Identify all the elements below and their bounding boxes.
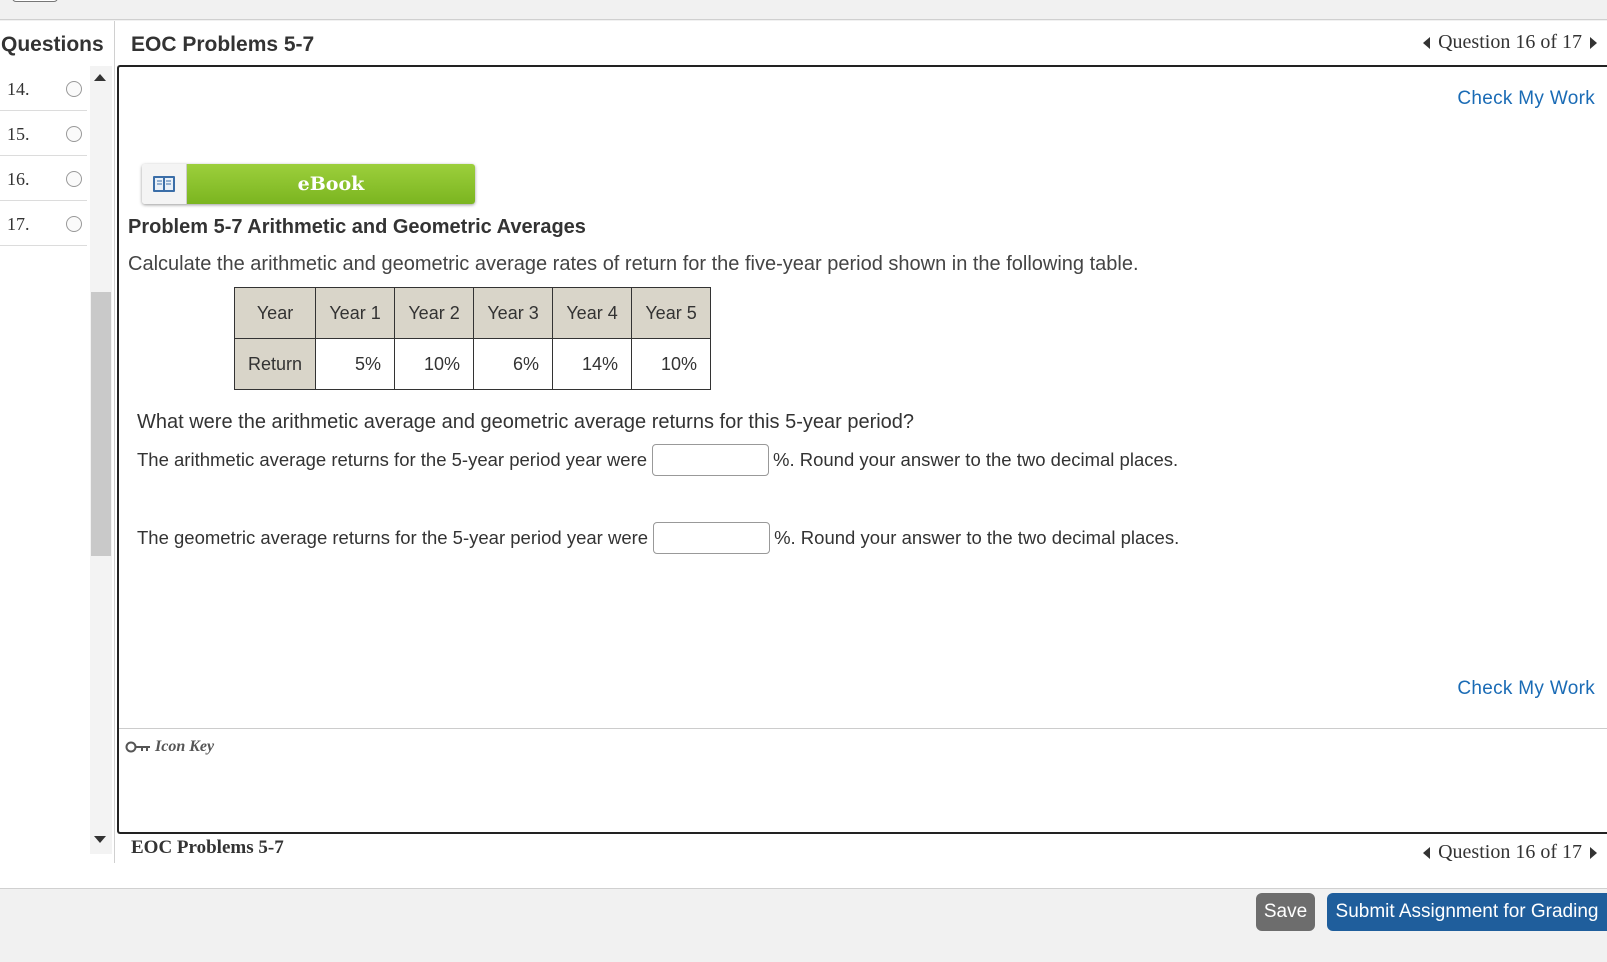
arithmetic-average-input[interactable] (652, 444, 770, 476)
next-question-icon[interactable] (1590, 36, 1597, 49)
question-list: 14. 15. 16. 17. (0, 66, 87, 246)
bottom-action-bar: Save Submit Assignment for Grading (0, 888, 1607, 962)
save-button[interactable]: Save (1256, 893, 1315, 931)
problem-description: Calculate the arithmetic and geometric a… (128, 253, 1139, 275)
table-cell: 10% (631, 338, 712, 390)
questions-sidebar: Questions 14. 15. 16. 17. (0, 21, 115, 863)
top-tab-stub[interactable] (12, 0, 58, 2)
footer-question-navigator: Question 16 of 17 (1423, 841, 1597, 864)
icon-key-label: Icon Key (155, 738, 215, 755)
table-header-cell: Year 2 (394, 287, 475, 339)
table-row: Return 5% 10% 6% 14% 10% (233, 338, 712, 390)
question-status-radio[interactable] (66, 171, 82, 187)
question-item-15[interactable]: 15. (0, 111, 87, 156)
table-cell: 14% (552, 338, 633, 390)
question-status-radio[interactable] (66, 81, 82, 97)
question-status-radio[interactable] (66, 126, 82, 142)
question-text: What were the arithmetic average and geo… (137, 411, 915, 433)
table-header-cell: Year 5 (631, 287, 712, 339)
geometric-suffix: %. Round your answer to the two decimal … (774, 527, 1180, 548)
scrollbar-thumb[interactable] (91, 292, 111, 556)
table-header-cell: Year 4 (552, 287, 633, 339)
check-my-work-link-bottom[interactable]: Check My Work (1457, 678, 1595, 700)
returns-table: Year Year 1 Year 2 Year 3 Year 4 Year 5 … (233, 287, 712, 390)
question-number: 17. (7, 214, 30, 234)
sidebar-scrollbar[interactable] (90, 66, 112, 854)
previous-question-icon[interactable] (1423, 846, 1431, 859)
geometric-average-input[interactable] (653, 522, 771, 554)
table-header-cell: Year (233, 287, 317, 339)
table-row-label: Return (233, 338, 317, 390)
question-number: 14. (7, 79, 30, 99)
footer-question-position: Question 16 of 17 (1438, 841, 1582, 863)
key-icon (125, 741, 150, 753)
icon-key-link[interactable]: Icon Key (125, 738, 214, 756)
table-header-cell: Year 1 (315, 287, 396, 339)
submit-assignment-button[interactable]: Submit Assignment for Grading (1327, 893, 1607, 931)
arithmetic-suffix: %. Round your answer to the two decimal … (773, 449, 1179, 470)
book-icon (142, 164, 187, 204)
previous-question-icon[interactable] (1423, 36, 1431, 49)
problem-title: Problem 5-7 Arithmetic and Geometric Ave… (128, 216, 586, 238)
table-cell: 6% (473, 338, 554, 390)
scroll-down-icon[interactable] (94, 836, 106, 843)
table-cell: 5% (315, 338, 396, 390)
table-cell: 10% (394, 338, 475, 390)
check-my-work-link-top[interactable]: Check My Work (1457, 88, 1595, 110)
question-number: 15. (7, 124, 30, 144)
geometric-answer-line: The geometric average returns for the 5-… (137, 522, 1179, 554)
arithmetic-prompt: The arithmetic average returns for the 5… (137, 449, 648, 470)
ebook-button[interactable]: eBook (142, 164, 475, 204)
footer-assignment-title: EOC Problems 5-7 (131, 837, 284, 858)
table-header-cell: Year 3 (473, 287, 554, 339)
question-navigator: Question 16 of 17 (1423, 31, 1597, 54)
arithmetic-answer-line: The arithmetic average returns for the 5… (137, 444, 1178, 476)
questions-heading: Questions (1, 33, 104, 56)
table-header-row: Year Year 1 Year 2 Year 3 Year 4 Year 5 (233, 287, 712, 339)
next-question-icon[interactable] (1590, 846, 1597, 859)
geometric-prompt: The geometric average returns for the 5-… (137, 527, 649, 548)
top-bar (0, 0, 1607, 20)
assignment-title: EOC Problems 5-7 (131, 33, 315, 56)
question-item-14[interactable]: 14. (0, 66, 87, 111)
question-number: 16. (7, 169, 30, 189)
question-position: Question 16 of 17 (1438, 31, 1582, 53)
question-item-17[interactable]: 17. (0, 201, 87, 246)
ebook-label: eBook (187, 164, 475, 204)
question-panel: Check My Work eBook Problem 5-7 Arithmet… (117, 65, 1607, 834)
assignment-app: Questions 14. 15. 16. 17. EOC Problems 5… (0, 21, 1607, 888)
question-status-radio[interactable] (66, 216, 82, 232)
question-item-16[interactable]: 16. (0, 156, 87, 201)
panel-divider (119, 728, 1607, 729)
scroll-up-icon[interactable] (94, 74, 106, 81)
